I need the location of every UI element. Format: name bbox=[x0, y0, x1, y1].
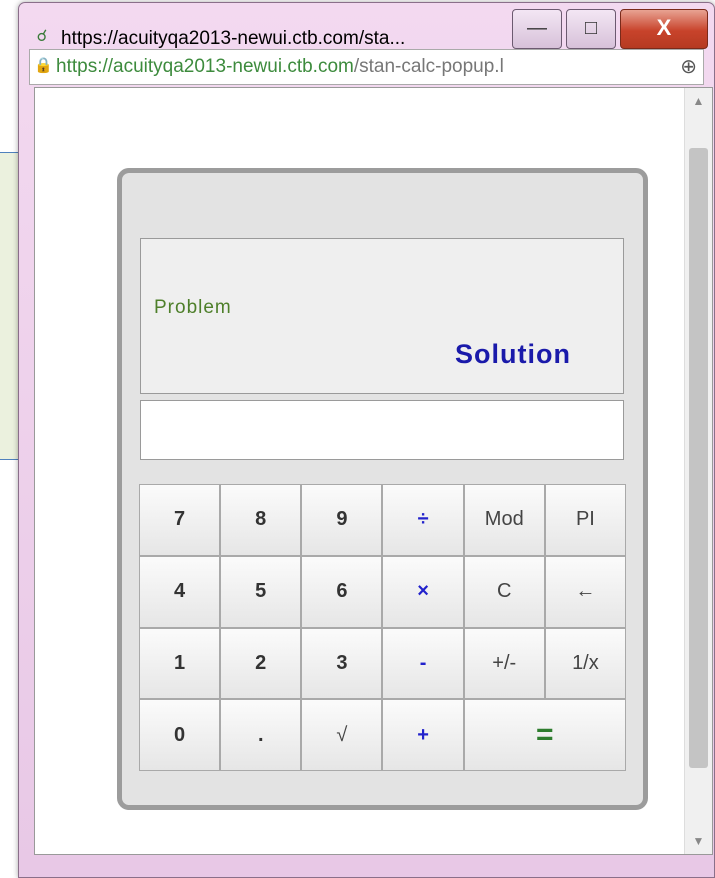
key-9[interactable]: 9 bbox=[301, 484, 383, 556]
scroll-up-arrow-icon[interactable]: ▲ bbox=[685, 88, 712, 114]
key-pi[interactable]: PI bbox=[544, 484, 626, 556]
key-0[interactable]: 0 bbox=[139, 699, 221, 771]
maximize-icon: □ bbox=[584, 17, 598, 39]
key-sqrt[interactable]: √ bbox=[301, 699, 383, 771]
close-button[interactable]: X bbox=[620, 9, 708, 49]
scroll-thumb[interactable] bbox=[689, 148, 708, 768]
url-host: acuityqa2013-newui.ctb.com bbox=[113, 56, 354, 77]
key-2[interactable]: 2 bbox=[220, 627, 302, 700]
key-reciprocal[interactable]: 1/x bbox=[544, 627, 626, 700]
key-4[interactable]: 4 bbox=[139, 555, 221, 628]
key-5[interactable]: 5 bbox=[220, 555, 302, 628]
key-divide[interactable]: ÷ bbox=[382, 484, 464, 556]
maximize-button[interactable]: □ bbox=[566, 9, 616, 49]
solution-label: Solution bbox=[455, 339, 571, 369]
address-bar[interactable]: 🔒 https://acuityqa2013-newui.ctb.com/sta… bbox=[29, 49, 704, 85]
calculator-input[interactable] bbox=[140, 400, 624, 460]
minimize-button[interactable]: — bbox=[512, 9, 562, 49]
problem-label: Problem bbox=[154, 297, 232, 318]
key-1[interactable]: 1 bbox=[139, 627, 221, 700]
key-multiply[interactable]: × bbox=[382, 555, 464, 628]
key-sign[interactable]: +/- bbox=[463, 627, 545, 700]
key-8[interactable]: 8 bbox=[220, 484, 302, 556]
key-7[interactable]: 7 bbox=[139, 484, 221, 556]
key-3[interactable]: 3 bbox=[301, 627, 383, 700]
window-title: https://acuityqa2013-newui.ctb.com/sta..… bbox=[61, 28, 406, 49]
url-text[interactable]: https://acuityqa2013-newui.ctb.com/stan-… bbox=[56, 56, 666, 78]
zoom-icon[interactable]: ⊕ bbox=[680, 54, 697, 79]
key-backspace[interactable]: ← bbox=[544, 555, 626, 628]
key-clear[interactable]: C bbox=[463, 555, 545, 628]
key-decimal[interactable]: . bbox=[220, 699, 302, 771]
key-mod[interactable]: Mod bbox=[463, 484, 545, 556]
calculator-display: Problem Solution bbox=[140, 238, 624, 394]
key-subtract[interactable]: - bbox=[382, 627, 464, 700]
url-scheme: https:// bbox=[56, 56, 114, 77]
calculator-keypad: 7 8 9 ÷ Mod PI 4 5 6 × C ← 1 2 3 - +/- 1… bbox=[139, 484, 626, 771]
key-6[interactable]: 6 bbox=[301, 555, 383, 628]
calculator: Problem Solution 7 8 9 ÷ Mod PI 4 5 6 × … bbox=[117, 168, 648, 810]
lock-icon: 🔒 bbox=[34, 57, 53, 74]
page-content: ▲ ▼ Problem Solution 7 8 9 ÷ Mod PI 4 5 … bbox=[34, 87, 713, 855]
popup-window: ☌ https://acuityqa2013-newui.ctb.com/sta… bbox=[18, 2, 715, 878]
key-equals[interactable]: = bbox=[463, 699, 626, 771]
close-icon: X bbox=[656, 15, 672, 40]
url-path: /stan-calc-popup.l bbox=[353, 56, 504, 77]
scroll-down-arrow-icon[interactable]: ▼ bbox=[685, 828, 712, 854]
minimize-icon: — bbox=[527, 17, 547, 39]
key-add[interactable]: + bbox=[382, 699, 464, 771]
app-favicon-icon: ☌ bbox=[36, 28, 48, 45]
vertical-scrollbar[interactable]: ▲ ▼ bbox=[684, 88, 712, 854]
